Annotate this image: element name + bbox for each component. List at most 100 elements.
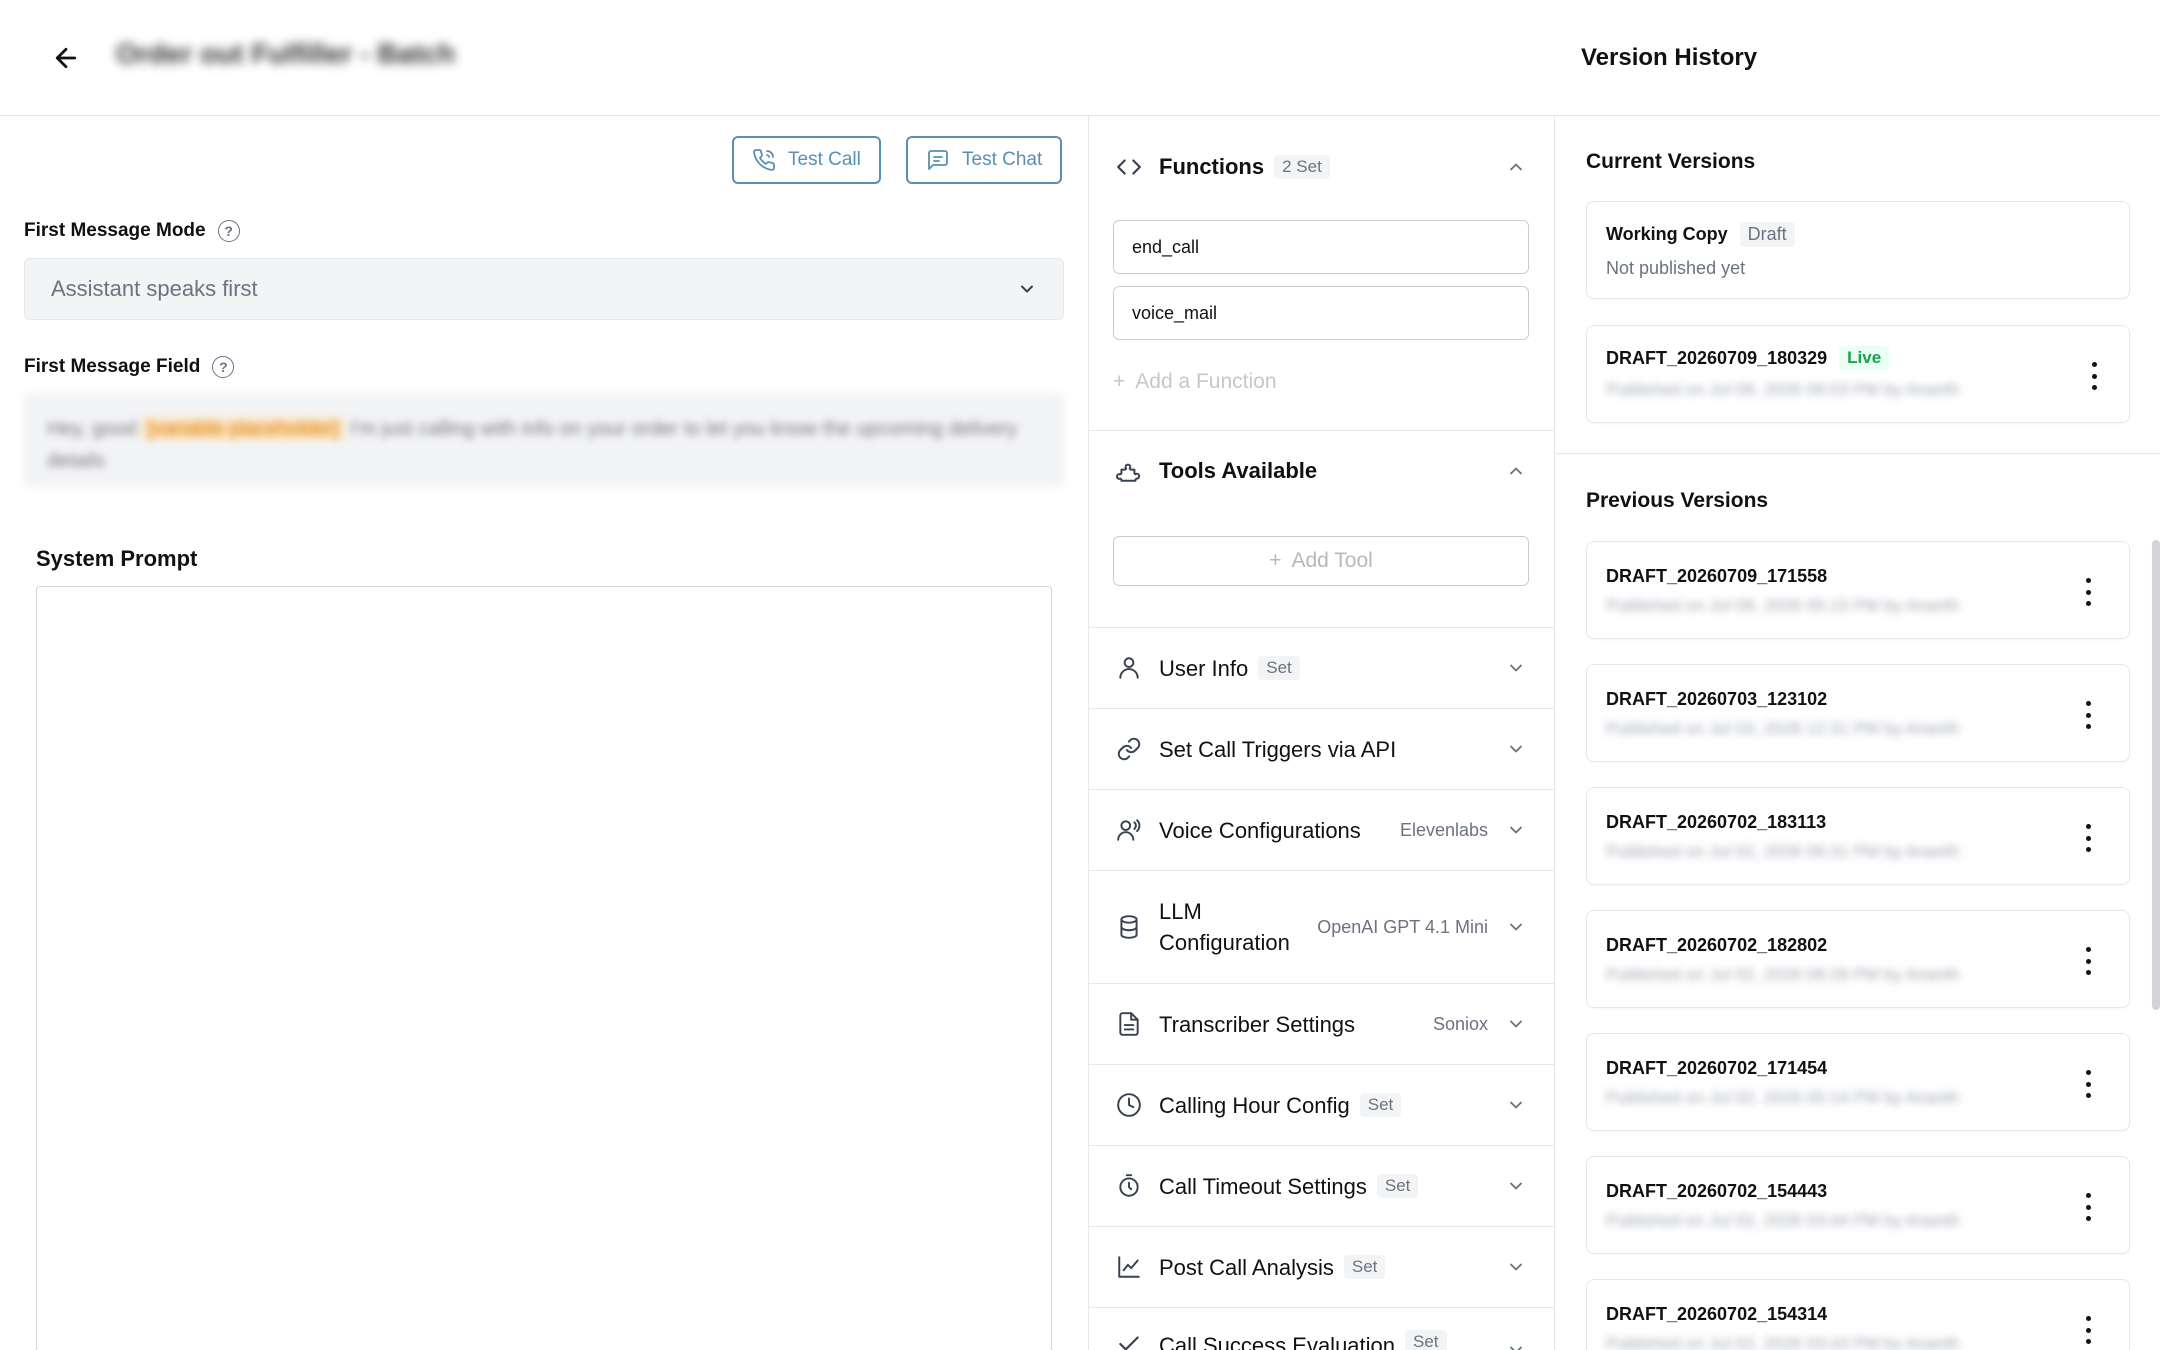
back-button[interactable] [48, 40, 84, 76]
version-name: DRAFT_20260702_183113 [1606, 812, 1827, 832]
chevron-down-icon [1510, 664, 1522, 672]
chevron-up-icon [1510, 163, 1522, 171]
settings-row-value: OpenAI GPT 4.1 Mini [1317, 916, 1488, 937]
divider [1555, 115, 2160, 116]
clock-icon [1115, 1091, 1143, 1119]
puzzle-icon [1115, 457, 1143, 485]
settings-panel: Functions 2 Set end_call voice_mail + Ad… [1088, 116, 1555, 1350]
test-call-button[interactable]: Test Call [732, 136, 881, 184]
tools-header[interactable]: Tools Available [1089, 430, 1554, 510]
settings-row-post-call-analysis[interactable]: Post Call Analysis Set [1089, 1226, 1554, 1307]
version-meta: Published on Jul 02, 2026 05:14 PM by An… [1606, 1088, 1960, 1107]
settings-row-calling-hours[interactable]: Calling Hour Config Set [1089, 1064, 1554, 1145]
live-badge: Live [1839, 346, 1890, 370]
set-badge: Set [1343, 1255, 1386, 1279]
first-message-field-text: First Message Field [24, 356, 201, 377]
version-name: Working Copy Draft [1606, 222, 1795, 247]
chart-icon [1115, 1253, 1143, 1281]
first-message-field-label: First Message Field ? [24, 356, 235, 378]
chevron-down-icon [1510, 1101, 1522, 1109]
chevron-down-icon [1510, 923, 1522, 931]
link-icon [1115, 735, 1143, 763]
version-card[interactable]: DRAFT_20260709_171558 Published on Jul 0… [1586, 541, 2130, 639]
version-meta: Published on Jul 02, 2026 03:44 PM by An… [1606, 1211, 1960, 1230]
top-bar: Order out Fulfiller - Batch [0, 0, 1555, 116]
functions-title: Functions [1159, 154, 1265, 179]
more-options-icon[interactable] [2077, 1189, 2099, 1225]
set-badge: Set [1258, 656, 1300, 680]
version-name-text: Working Copy [1606, 224, 1728, 244]
settings-row-label: Call Success Evaluation [1159, 1333, 1396, 1350]
arrow-left-icon [55, 47, 77, 69]
add-tool-button[interactable]: + Add Tool [1113, 536, 1529, 586]
more-options-icon[interactable] [2077, 1066, 2099, 1102]
chat-icon [928, 150, 948, 170]
page-title: Order out Fulfiller - Batch [116, 38, 456, 69]
function-item-end-call[interactable]: end_call [1113, 220, 1529, 274]
chevron-down-icon [1510, 826, 1522, 834]
version-card[interactable]: DRAFT_20260702_171454 Published on Jul 0… [1586, 1033, 2130, 1131]
version-name-text: DRAFT_20260709_180329 [1606, 347, 1828, 368]
version-name: DRAFT_20260709_171558 [1606, 566, 1828, 586]
database-icon [1115, 913, 1143, 941]
settings-row-llm-config[interactable]: LLM Configuration OpenAI GPT 4.1 Mini [1089, 870, 1554, 983]
timer-icon [1115, 1172, 1143, 1200]
help-icon[interactable]: ? [212, 356, 235, 378]
more-options-icon[interactable] [2077, 820, 2099, 856]
draft-badge: Draft [1739, 222, 1795, 247]
chevron-down-icon [1021, 285, 1033, 293]
version-card-live[interactable]: DRAFT_20260709_180329 Live Published on … [1586, 325, 2130, 423]
settings-row-label: Transcriber Settings [1159, 1011, 1356, 1037]
phone-icon [753, 149, 775, 171]
version-meta: Published on Jul 02, 2026 03:43 PM by An… [1606, 1334, 1960, 1350]
version-name: DRAFT_20260702_154314 [1606, 1304, 1828, 1324]
voice-icon [1115, 816, 1143, 844]
first-message-input[interactable]: Hey, good [variable placeholder] I'm jus… [24, 394, 1064, 486]
first-message-mode-select[interactable]: Assistant speaks first [24, 258, 1064, 320]
version-meta: Published on Jul 09, 2026 06:03 PM by An… [1606, 380, 1960, 399]
version-meta: Published on Jul 09, 2026 05:15 PM by An… [1606, 596, 1960, 615]
add-function-button[interactable]: + Add a Function [1113, 370, 1277, 394]
settings-row-label: Voice Configurations [1159, 817, 1361, 843]
functions-header[interactable]: Functions 2 Set [1089, 140, 1554, 194]
settings-row-label: Calling Hour Config [1159, 1092, 1350, 1118]
chevron-down-icon [1510, 1020, 1522, 1028]
version-card[interactable]: DRAFT_20260702_182802 Published on Jul 0… [1586, 910, 2130, 1008]
settings-row-voice-config[interactable]: Voice Configurations Elevenlabs [1089, 789, 1554, 870]
more-options-icon[interactable] [2077, 697, 2099, 733]
more-options-icon[interactable] [2083, 358, 2105, 394]
settings-row-label: Call Timeout Settings [1159, 1173, 1367, 1199]
settings-row-transcriber[interactable]: Transcriber Settings Soniox [1089, 983, 1554, 1064]
version-meta: Published on Jul 03, 2026 12:31 PM by An… [1606, 719, 1960, 738]
version-card[interactable]: DRAFT_20260703_123102 Published on Jul 0… [1586, 664, 2130, 762]
functions-badge: 2 Set [1274, 155, 1330, 179]
scrollbar[interactable] [2152, 540, 2160, 1010]
settings-row-value: Soniox [1432, 1013, 1488, 1034]
version-card[interactable]: DRAFT_20260702_154443 Published on Jul 0… [1586, 1156, 2130, 1254]
version-history-title: Version History [1581, 44, 1758, 71]
settings-row-user-info[interactable]: User Info Set [1089, 627, 1554, 708]
test-chat-button[interactable]: Test Chat [906, 136, 1063, 184]
assistant-config-panel: Test Call Test Chat First Message Mode ?… [0, 116, 1088, 1350]
settings-row-call-timeout[interactable]: Call Timeout Settings Set [1089, 1145, 1554, 1226]
settings-row-label: Post Call Analysis [1159, 1254, 1334, 1280]
function-item-voice-mail[interactable]: voice_mail [1113, 286, 1529, 340]
settings-row-label: User Info [1159, 655, 1249, 681]
version-card-working-copy[interactable]: Working Copy Draft Not published yet [1586, 201, 2130, 299]
version-meta: Published on Jul 02, 2026 06:28 PM by An… [1606, 965, 1960, 984]
plus-icon: + [1269, 549, 1282, 572]
document-icon [1115, 1010, 1143, 1038]
chevron-down-icon [1510, 1263, 1522, 1271]
more-options-icon[interactable] [2077, 1312, 2099, 1348]
first-message-prefix: Hey, good [47, 418, 137, 440]
settings-row-call-triggers[interactable]: Set Call Triggers via API [1089, 708, 1554, 789]
version-card[interactable]: DRAFT_20260702_154314 Published on Jul 0… [1586, 1279, 2130, 1350]
version-card[interactable]: DRAFT_20260702_183113 Published on Jul 0… [1586, 787, 2130, 885]
settings-row-call-success[interactable]: Call Success Evaluation Set [1089, 1307, 1554, 1350]
help-icon[interactable]: ? [217, 220, 240, 242]
system-prompt-editor[interactable] [36, 586, 1052, 1350]
settings-row-label: LLM Configuration [1159, 899, 1290, 955]
first-message-rest: I'm just calling with info on your order… [349, 418, 1018, 440]
more-options-icon[interactable] [2077, 943, 2099, 979]
more-options-icon[interactable] [2077, 574, 2099, 610]
